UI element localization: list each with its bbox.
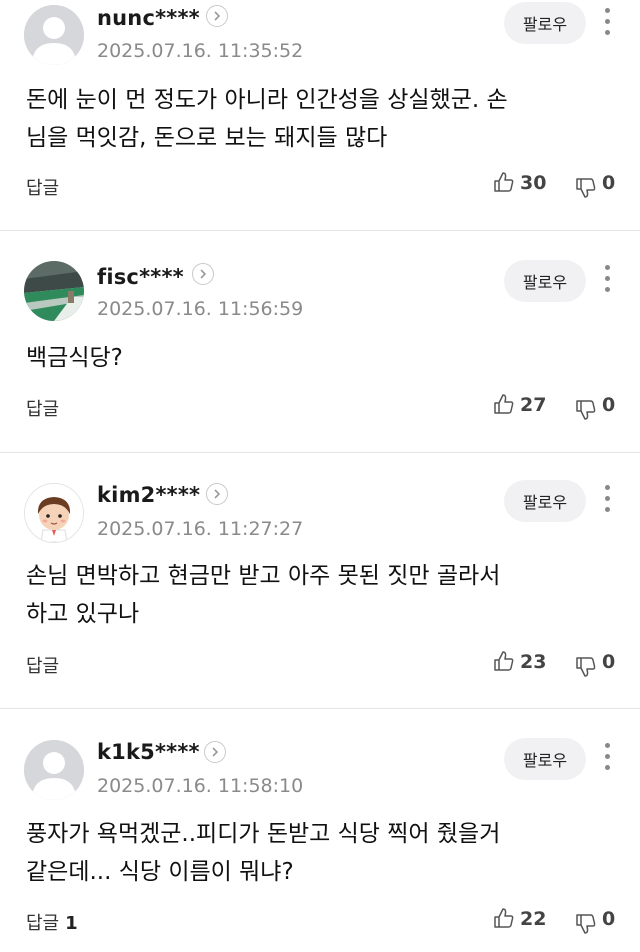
- avatar[interactable]: [24, 261, 84, 321]
- chevron-right-icon[interactable]: [204, 741, 226, 763]
- timestamp: 2025.07.16. 11:27:27: [97, 518, 304, 540]
- reply-label: 답글: [26, 178, 60, 199]
- thumbs-up-icon: [494, 908, 514, 928]
- more-options-icon[interactable]: [598, 741, 618, 775]
- like-button[interactable]: [492, 649, 516, 677]
- comment-item: kim2**** 2025.07.16. 11:27:27 팔로우 손님 면박하…: [0, 453, 640, 707]
- comment-text: 돈에 눈이 먼 정도가 아니라 인간성을 상실했군. 손 님을 먹잇감, 돈으로…: [26, 81, 606, 157]
- reply-label: 답글: [26, 399, 60, 420]
- like-count: 30: [520, 172, 547, 194]
- comment-text-line: 하고 있구나: [26, 601, 140, 627]
- dislike-count: 0: [602, 172, 616, 194]
- avatar[interactable]: [24, 483, 84, 543]
- reply-label: 답글: [26, 913, 60, 934]
- comment-text-line: 백금식당?: [26, 345, 123, 371]
- dislike-count: 0: [602, 908, 616, 930]
- comment-text-line: 손님 면박하고 현금만 받고 아주 못된 짓만 골라서: [26, 563, 501, 589]
- comment-text: 백금식당?: [26, 339, 606, 377]
- avatar[interactable]: [24, 740, 84, 800]
- like-count: 23: [520, 651, 547, 673]
- dislike-count: 0: [602, 394, 616, 416]
- comment-text-line: 같은데... 식당 이름이 뭐냐?: [26, 859, 294, 885]
- like-button[interactable]: [492, 392, 516, 420]
- username[interactable]: fisc****: [97, 265, 184, 289]
- follow-button[interactable]: 팔로우: [504, 2, 586, 44]
- username[interactable]: nunc****: [97, 6, 200, 30]
- dislike-button[interactable]: [574, 398, 598, 426]
- username[interactable]: k1k5****: [97, 740, 200, 764]
- thumbs-down-icon: [576, 914, 596, 934]
- timestamp: 2025.07.16. 11:56:59: [97, 298, 304, 320]
- follow-button[interactable]: 팔로우: [504, 260, 586, 302]
- reply-count: 1: [65, 913, 78, 934]
- like-count: 27: [520, 394, 547, 416]
- thumbs-down-icon: [576, 178, 596, 198]
- chevron-right-icon[interactable]: [206, 483, 228, 505]
- dislike-button[interactable]: [574, 176, 598, 204]
- timestamp: 2025.07.16. 11:58:10: [97, 775, 304, 797]
- comment-text-line: 풍자가 욕먹겠군..피디가 돈받고 식당 찍어 줬을거: [26, 821, 501, 847]
- dislike-button[interactable]: [574, 655, 598, 683]
- follow-button[interactable]: 팔로우: [504, 738, 586, 780]
- like-count: 22: [520, 908, 547, 930]
- chevron-right-icon[interactable]: [206, 5, 228, 27]
- comment-text: 풍자가 욕먹겠군..피디가 돈받고 식당 찍어 줬을거 같은데... 식당 이름…: [26, 815, 606, 891]
- comment-item: k1k5**** 2025.07.16. 11:58:10 팔로우 풍자가 욕먹…: [0, 709, 640, 952]
- like-button[interactable]: [492, 906, 516, 934]
- comment-text-line: 돈에 눈이 먼 정도가 아니라 인간성을 상실했군. 손: [26, 87, 508, 113]
- more-options-icon[interactable]: [598, 483, 618, 517]
- timestamp: 2025.07.16. 11:35:52: [97, 40, 304, 62]
- reply-button[interactable]: 답글: [26, 652, 65, 678]
- thumbs-up-icon: [494, 394, 514, 414]
- reply-button[interactable]: 답글 1: [26, 909, 78, 935]
- thumbs-up-icon: [494, 172, 514, 192]
- more-options-icon[interactable]: [598, 263, 618, 297]
- comment-item: fisc**** 2025.07.16. 11:56:59 팔로우 백금식당? …: [0, 231, 640, 452]
- comment-item: nunc**** 2025.07.16. 11:35:52 팔로우 돈에 눈이 …: [0, 0, 640, 230]
- dislike-count: 0: [602, 651, 616, 673]
- like-button[interactable]: [492, 170, 516, 198]
- reply-button[interactable]: 답글: [26, 395, 65, 421]
- username[interactable]: kim2****: [97, 483, 200, 507]
- chevron-right-icon[interactable]: [192, 263, 214, 285]
- comment-text: 손님 면박하고 현금만 받고 아주 못된 짓만 골라서 하고 있구나: [26, 557, 606, 633]
- comment-text-line: 님을 먹잇감, 돈으로 보는 돼지들 많다: [26, 125, 388, 151]
- follow-button[interactable]: 팔로우: [504, 480, 586, 522]
- reply-label: 답글: [26, 656, 60, 677]
- dislike-button[interactable]: [574, 912, 598, 940]
- more-options-icon[interactable]: [598, 6, 618, 40]
- avatar[interactable]: [24, 5, 84, 65]
- thumbs-down-icon: [576, 657, 596, 677]
- reply-button[interactable]: 답글: [26, 174, 65, 200]
- thumbs-up-icon: [494, 651, 514, 671]
- thumbs-down-icon: [576, 400, 596, 420]
